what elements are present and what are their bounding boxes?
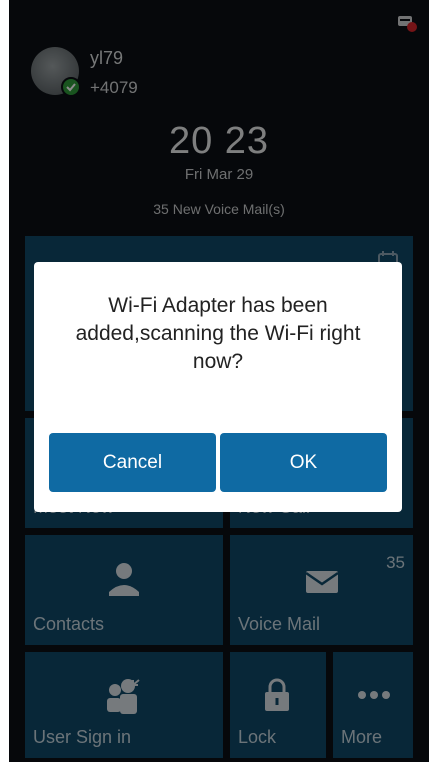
dialog-message: Wi-Fi Adapter has been added,scanning th… <box>75 294 361 373</box>
phone-screen: yl79 +4079 20 23 Fri Mar 29 35 New Voice… <box>9 0 429 762</box>
wifi-adapter-dialog: Wi-Fi Adapter has been added,scanning th… <box>34 262 402 512</box>
ok-button[interactable]: OK <box>220 433 387 492</box>
cancel-button[interactable]: Cancel <box>49 433 216 492</box>
